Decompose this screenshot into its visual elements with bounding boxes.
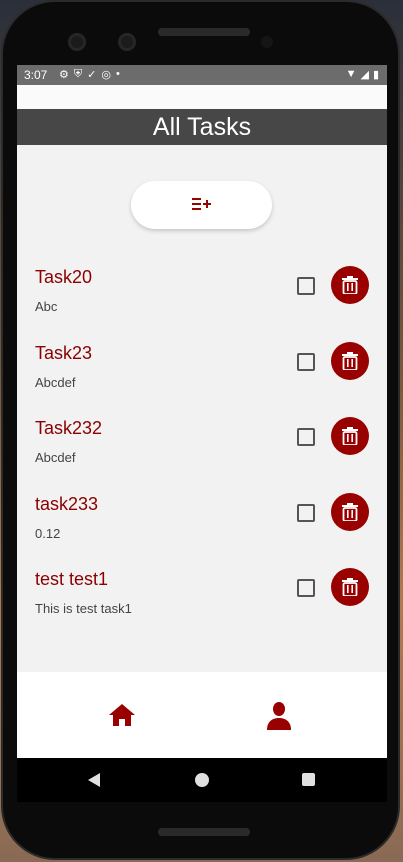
task-name: Task23 bbox=[35, 342, 93, 363]
task-name: task233 bbox=[35, 493, 99, 514]
task-complete-checkbox[interactable] bbox=[297, 428, 315, 446]
delete-task-button[interactable] bbox=[331, 492, 369, 531]
app-screen: 3:07 ⚙ ⛨ ✓ ◎ • ▼ ◢ ▮ All Tasks Task20 Ab… bbox=[17, 65, 387, 802]
task-item[interactable]: Task20 Abc bbox=[17, 255, 387, 331]
task-description: Abcdef bbox=[35, 374, 76, 390]
task-complete-checkbox[interactable] bbox=[297, 579, 315, 597]
bottom-speaker bbox=[158, 828, 250, 836]
task-list: Task20 Abc Task23 Abcdef Task232 Abcdef … bbox=[17, 255, 387, 633]
signal-icon: ◢ bbox=[360, 69, 369, 81]
task-name: test test1 bbox=[35, 569, 109, 589]
task-item[interactable]: test test1 This is test task1 bbox=[17, 557, 387, 633]
status-left-icons: ⚙ ⛨ ✓ ◎ • bbox=[59, 68, 120, 81]
profile-icon[interactable] bbox=[265, 701, 293, 736]
battery-icon: ▮ bbox=[372, 69, 379, 81]
system-navigation-bar bbox=[17, 758, 387, 802]
cast-off-icon: ◎ bbox=[101, 69, 111, 81]
task-description: Abc bbox=[35, 299, 58, 314]
proximity-sensor bbox=[261, 36, 273, 48]
check-download-icon: ✓ bbox=[87, 69, 97, 81]
front-sensor bbox=[118, 33, 136, 51]
trash-icon bbox=[342, 578, 358, 596]
trash-icon bbox=[342, 276, 358, 294]
delete-task-button[interactable] bbox=[331, 266, 369, 304]
page-title: All Tasks bbox=[152, 113, 252, 141]
app-bar-spacer bbox=[17, 85, 387, 109]
task-description: This is test task1 bbox=[35, 601, 132, 616]
task-description: 0.12 bbox=[35, 525, 61, 541]
add-task-button[interactable] bbox=[131, 181, 272, 229]
task-complete-checkbox[interactable] bbox=[297, 277, 315, 295]
front-camera bbox=[68, 33, 86, 51]
task-name: Task232 bbox=[35, 418, 103, 438]
trash-icon bbox=[342, 502, 358, 521]
page-header: All Tasks bbox=[17, 109, 387, 145]
trash-icon bbox=[342, 351, 358, 370]
task-item[interactable]: Task232 Abcdef bbox=[17, 406, 387, 482]
task-name: Task20 bbox=[35, 267, 93, 287]
home-icon[interactable] bbox=[108, 703, 136, 732]
back-icon[interactable] bbox=[87, 772, 101, 793]
task-item[interactable]: Task23 Abcdef bbox=[17, 331, 387, 407]
delete-task-button[interactable] bbox=[331, 417, 369, 455]
delete-task-button[interactable] bbox=[331, 341, 369, 380]
bottom-navigation bbox=[17, 672, 387, 758]
trash-icon bbox=[342, 427, 358, 445]
recent-apps-icon[interactable] bbox=[302, 773, 315, 786]
task-item[interactable]: task233 0.12 bbox=[17, 482, 387, 558]
task-description: Abcdef bbox=[35, 450, 76, 465]
delete-task-button[interactable] bbox=[331, 568, 369, 606]
task-complete-checkbox[interactable] bbox=[297, 352, 315, 371]
shield-icon: ⛨ bbox=[73, 68, 83, 80]
gear-icon: ⚙ bbox=[59, 69, 69, 81]
dot-icon: • bbox=[115, 68, 120, 80]
top-speaker bbox=[158, 28, 250, 36]
add-list-icon bbox=[192, 198, 211, 210]
status-time: 3:07 bbox=[24, 68, 48, 82]
status-bar: 3:07 ⚙ ⛨ ✓ ◎ • ▼ ◢ ▮ bbox=[17, 65, 387, 85]
wifi-icon: ▼ bbox=[345, 68, 357, 80]
status-right-icons: ▼ ◢ ▮ bbox=[346, 68, 379, 81]
home-circle-icon[interactable] bbox=[195, 773, 209, 787]
task-complete-checkbox[interactable] bbox=[297, 503, 315, 522]
